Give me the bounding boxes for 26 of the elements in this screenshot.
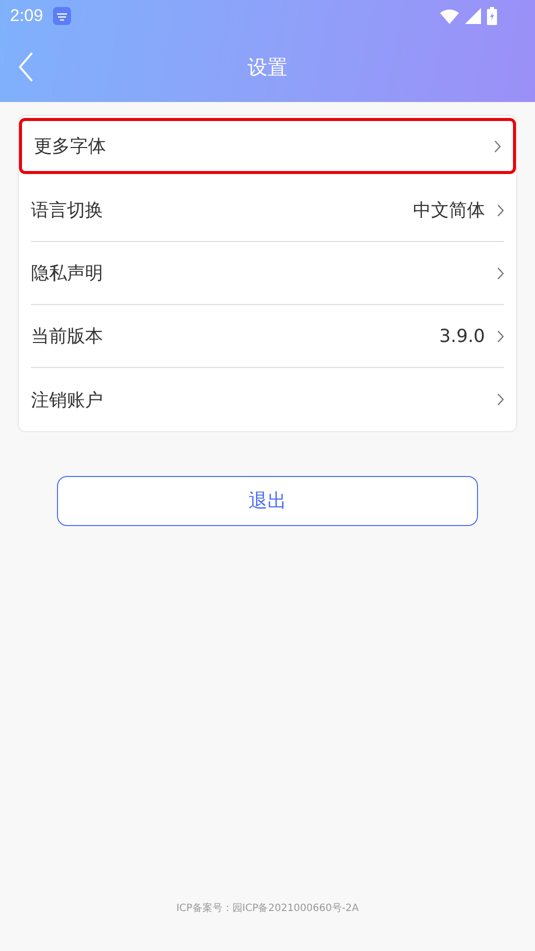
setting-label: 更多字体 <box>34 135 107 158</box>
settings-row[interactable]: 更多字体 <box>19 118 516 174</box>
setting-label: 语言切换 <box>31 199 104 222</box>
chevron-icon <box>497 330 504 342</box>
setting-value: 中文简体 <box>413 199 485 222</box>
back-icon[interactable] <box>18 52 34 82</box>
page-title: 设置 <box>248 54 288 80</box>
setting-label: 注销账户 <box>31 388 104 412</box>
signal-icon <box>465 8 481 24</box>
chevron-icon <box>497 266 504 280</box>
setting-label: 当前版本 <box>31 325 104 348</box>
status-time: 2:09 <box>10 6 44 26</box>
chevron-icon <box>497 393 504 406</box>
settings-row[interactable]: 注销账户 <box>31 368 504 431</box>
chevron-icon <box>494 140 501 152</box>
settings-row[interactable]: 语言切换 中文简体 <box>31 179 504 242</box>
battery-icon <box>487 7 497 25</box>
wifi-icon <box>440 8 459 24</box>
setting-label: 隐私声明 <box>31 262 104 285</box>
icp-footer: ICP备案号：园ICP备2021000660号-2A <box>176 901 359 915</box>
chevron-icon <box>497 204 504 216</box>
notification-app-icon <box>53 7 72 25</box>
settings-row[interactable]: 隐私声明 <box>31 242 504 305</box>
settings-row[interactable]: 当前版本 3.9.0 <box>31 305 504 368</box>
logout-button[interactable]: 退出 <box>57 476 478 526</box>
setting-value: 3.9.0 <box>439 326 485 346</box>
